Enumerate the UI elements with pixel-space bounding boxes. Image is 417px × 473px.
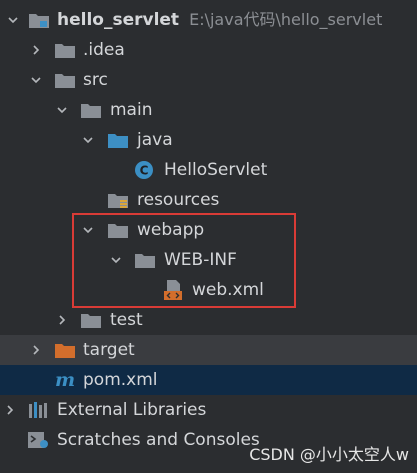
scratches-icon (28, 432, 48, 448)
tree-row-helloservlet[interactable]: C HelloServlet (0, 155, 417, 185)
folder-icon (108, 224, 128, 238)
folder-label-webapp: webapp (137, 220, 205, 240)
tree-row-target[interactable]: target (0, 335, 417, 365)
chevron-down-icon[interactable] (7, 14, 19, 26)
project-tree: hello_servlet E:\java代码\hello_servlet .id… (0, 0, 417, 473)
chevron-down-icon[interactable] (56, 104, 68, 116)
folder-icon (55, 74, 75, 88)
chevron-down-icon[interactable] (82, 134, 94, 146)
file-label-web-xml: web.xml (192, 280, 264, 300)
chevron-down-icon[interactable] (30, 74, 42, 86)
folder-icon (55, 44, 75, 58)
xml-file-icon (164, 280, 182, 300)
chevron-right-icon[interactable] (4, 404, 16, 416)
tree-row-web-xml[interactable]: web.xml (0, 275, 417, 305)
tree-row-resources[interactable]: resources (0, 185, 417, 215)
folder-icon (81, 314, 101, 328)
chevron-down-icon[interactable] (82, 224, 94, 236)
tree-row-web-inf[interactable]: WEB-INF (0, 245, 417, 275)
chevron-right-icon[interactable] (30, 344, 42, 356)
file-label-pom: pom.xml (83, 370, 158, 390)
tree-row-idea[interactable]: .idea (0, 35, 417, 65)
folder-label-src: src (83, 70, 108, 90)
chevron-down-icon[interactable] (110, 254, 122, 266)
library-icon (29, 402, 47, 418)
chevron-right-icon[interactable] (30, 44, 42, 56)
tree-row-pom[interactable]: m pom.xml (0, 365, 417, 395)
resources-folder-icon (108, 194, 128, 208)
tree-row-src[interactable]: src (0, 65, 417, 95)
label-external-libraries: External Libraries (57, 400, 207, 420)
tree-row-webapp[interactable]: webapp (0, 215, 417, 245)
folder-icon (135, 254, 155, 268)
tree-row-external-libraries[interactable]: External Libraries (0, 395, 417, 425)
tree-row-project-root[interactable]: hello_servlet E:\java代码\hello_servlet (0, 5, 417, 35)
project-name: hello_servlet (57, 10, 180, 30)
folder-label-web-inf: WEB-INF (164, 250, 237, 270)
svg-text:m: m (55, 370, 75, 390)
project-path: E:\java代码\hello_servlet (189, 10, 383, 29)
tree-row-main[interactable]: main (0, 95, 417, 125)
watermark: CSDN @小小太空人w (249, 445, 409, 464)
tree-row-java[interactable]: java (0, 125, 417, 155)
svg-text:C: C (140, 164, 149, 178)
chevron-right-icon[interactable] (56, 314, 68, 326)
source-folder-icon (108, 134, 128, 148)
folder-label-main: main (110, 100, 153, 120)
folder-label-target: target (83, 340, 135, 360)
class-label-helloservlet: HelloServlet (164, 160, 268, 180)
excluded-folder-icon (55, 344, 75, 358)
folder-icon (81, 104, 101, 118)
module-folder-icon (29, 14, 49, 28)
maven-icon: m (55, 370, 75, 390)
java-class-icon: C (135, 161, 153, 179)
folder-label-resources: resources (137, 190, 220, 210)
label-scratches: Scratches and Consoles (57, 430, 260, 450)
folder-label-idea: .idea (83, 40, 125, 60)
folder-label-test: test (110, 310, 143, 330)
folder-label-java: java (137, 130, 173, 150)
tree-row-test[interactable]: test (0, 305, 417, 335)
